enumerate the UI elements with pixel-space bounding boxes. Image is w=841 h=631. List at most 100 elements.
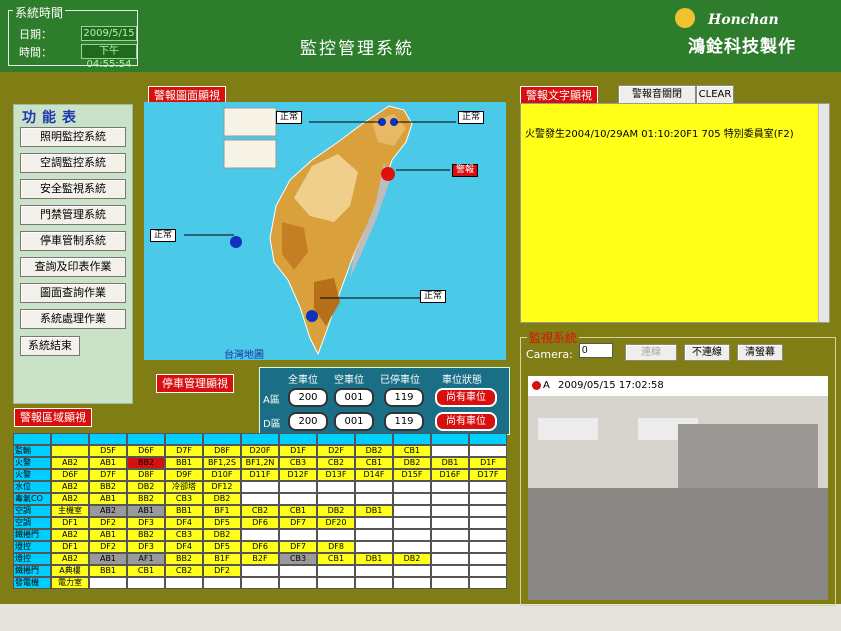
zone-cell[interactable]: CB1 bbox=[127, 565, 165, 577]
zone-cell[interactable]: DF1 bbox=[51, 517, 89, 529]
zone-cell[interactable] bbox=[127, 577, 165, 589]
zone-cell[interactable] bbox=[469, 529, 507, 541]
zone-cell[interactable] bbox=[355, 493, 393, 505]
zone-cell[interactable]: DF6 bbox=[241, 517, 279, 529]
zone-cell[interactable]: D16F bbox=[431, 469, 469, 481]
zone-cell[interactable] bbox=[393, 481, 431, 493]
zone-cell[interactable] bbox=[355, 529, 393, 541]
zone-cell[interactable]: DB2 bbox=[317, 505, 355, 517]
zone-cell[interactable] bbox=[469, 481, 507, 493]
zone-cell[interactable]: BB2 bbox=[127, 457, 165, 469]
zone-cell[interactable]: DB2 bbox=[393, 457, 431, 469]
zone-cell[interactable]: AB2 bbox=[51, 481, 89, 493]
zone-cell[interactable] bbox=[431, 565, 469, 577]
menu-security-button[interactable]: 安全監視系統 bbox=[20, 179, 126, 199]
zone-cell[interactable]: D1F bbox=[469, 457, 507, 469]
zone-cell[interactable]: DB1 bbox=[355, 505, 393, 517]
zone-cell[interactable]: AB2 bbox=[89, 505, 127, 517]
zone-cell[interactable]: AB1 bbox=[89, 529, 127, 541]
zone-cell[interactable] bbox=[241, 577, 279, 589]
zone-cell[interactable]: DB2 bbox=[203, 529, 241, 541]
zone-cell[interactable]: BB2 bbox=[165, 553, 203, 565]
zone-cell[interactable] bbox=[393, 577, 431, 589]
zone-cell[interactable]: D7F bbox=[89, 469, 127, 481]
zone-cell[interactable]: DB2 bbox=[393, 553, 431, 565]
zone-cell[interactable] bbox=[355, 565, 393, 577]
zone-cell[interactable]: AF1 bbox=[127, 553, 165, 565]
zone-cell[interactable] bbox=[431, 481, 469, 493]
zone-cell[interactable]: DB1 bbox=[355, 553, 393, 565]
zone-cell[interactable]: AB2 bbox=[51, 457, 89, 469]
zone-cell[interactable] bbox=[431, 445, 469, 457]
zone-cell[interactable] bbox=[469, 445, 507, 457]
alarm-clear-button[interactable]: CLEAR bbox=[696, 85, 734, 104]
zone-cell[interactable]: DF7 bbox=[279, 541, 317, 553]
zone-cell[interactable]: BF1,2S bbox=[203, 457, 241, 469]
zone-cell[interactable]: DF3 bbox=[127, 517, 165, 529]
menu-aircon-button[interactable]: 空調監控系統 bbox=[20, 153, 126, 173]
zone-cell[interactable]: AB1 bbox=[89, 553, 127, 565]
zone-cell[interactable] bbox=[355, 517, 393, 529]
zone-cell[interactable] bbox=[355, 541, 393, 553]
zone-cell[interactable]: CB2 bbox=[165, 565, 203, 577]
zone-cell[interactable] bbox=[469, 553, 507, 565]
zone-cell[interactable]: DB2 bbox=[127, 481, 165, 493]
zone-cell[interactable] bbox=[469, 517, 507, 529]
zone-cell[interactable]: DF4 bbox=[165, 517, 203, 529]
zone-cell[interactable]: BB2 bbox=[127, 493, 165, 505]
zone-cell[interactable] bbox=[241, 565, 279, 577]
zone-cell[interactable]: BB1 bbox=[89, 565, 127, 577]
zone-cell[interactable]: BF1 bbox=[203, 505, 241, 517]
zone-cell[interactable] bbox=[279, 493, 317, 505]
zone-cell[interactable]: BB2 bbox=[89, 481, 127, 493]
disconnect-button[interactable]: 不連線 bbox=[684, 344, 730, 361]
zone-cell[interactable] bbox=[393, 517, 431, 529]
zone-cell[interactable]: 電力室 bbox=[51, 577, 89, 589]
zone-cell[interactable]: D11F bbox=[241, 469, 279, 481]
zone-cell[interactable] bbox=[469, 565, 507, 577]
zone-cell[interactable]: D17F bbox=[469, 469, 507, 481]
zone-cell[interactable]: DF5 bbox=[203, 517, 241, 529]
zone-cell[interactable] bbox=[393, 493, 431, 505]
zone-cell[interactable]: CB1 bbox=[279, 505, 317, 517]
zone-cell[interactable] bbox=[431, 517, 469, 529]
zone-cell[interactable] bbox=[393, 529, 431, 541]
zone-cell[interactable] bbox=[317, 565, 355, 577]
zone-cell[interactable]: D1F bbox=[279, 445, 317, 457]
zone-cell[interactable]: BB2 bbox=[127, 529, 165, 541]
zone-cell[interactable]: D7F bbox=[165, 445, 203, 457]
zone-cell[interactable]: D12F bbox=[279, 469, 317, 481]
zone-cell[interactable]: DF3 bbox=[127, 541, 165, 553]
zone-cell[interactable]: DF7 bbox=[279, 517, 317, 529]
zone-cell[interactable]: CB3 bbox=[279, 457, 317, 469]
zone-cell[interactable]: BF1,2N bbox=[241, 457, 279, 469]
zone-cell[interactable]: CB1 bbox=[317, 553, 355, 565]
zone-cell[interactable]: DF12 bbox=[203, 481, 241, 493]
zone-cell[interactable]: CB2 bbox=[317, 457, 355, 469]
menu-system-process-button[interactable]: 系統處理作業 bbox=[20, 309, 126, 329]
zone-cell[interactable]: CB1 bbox=[355, 457, 393, 469]
zone-cell[interactable] bbox=[279, 481, 317, 493]
zone-cell[interactable]: DF2 bbox=[203, 565, 241, 577]
zone-cell[interactable] bbox=[317, 577, 355, 589]
zone-cell[interactable]: DF5 bbox=[203, 541, 241, 553]
camera-input[interactable] bbox=[579, 343, 613, 358]
zone-cell[interactable] bbox=[241, 493, 279, 505]
zone-cell[interactable] bbox=[279, 577, 317, 589]
zone-cell[interactable] bbox=[431, 541, 469, 553]
zone-cell[interactable]: AB2 bbox=[51, 493, 89, 505]
zone-cell[interactable]: A典樓 bbox=[51, 565, 89, 577]
zone-cell[interactable] bbox=[279, 565, 317, 577]
zone-cell[interactable] bbox=[89, 577, 127, 589]
alarm-scrollbar[interactable] bbox=[818, 104, 829, 322]
zone-cell[interactable] bbox=[469, 505, 507, 517]
zone-cell[interactable]: AB1 bbox=[127, 505, 165, 517]
menu-query-print-button[interactable]: 查詢及印表作業 bbox=[20, 257, 126, 277]
zone-cell[interactable]: BB1 bbox=[165, 457, 203, 469]
connect-button[interactable]: 連線 bbox=[625, 344, 677, 361]
zone-cell[interactable] bbox=[279, 529, 317, 541]
zone-cell[interactable] bbox=[431, 577, 469, 589]
zone-cell[interactable] bbox=[355, 577, 393, 589]
zone-cell[interactable]: D9F bbox=[165, 469, 203, 481]
clear-screen-button[interactable]: 清螢幕 bbox=[737, 344, 783, 361]
